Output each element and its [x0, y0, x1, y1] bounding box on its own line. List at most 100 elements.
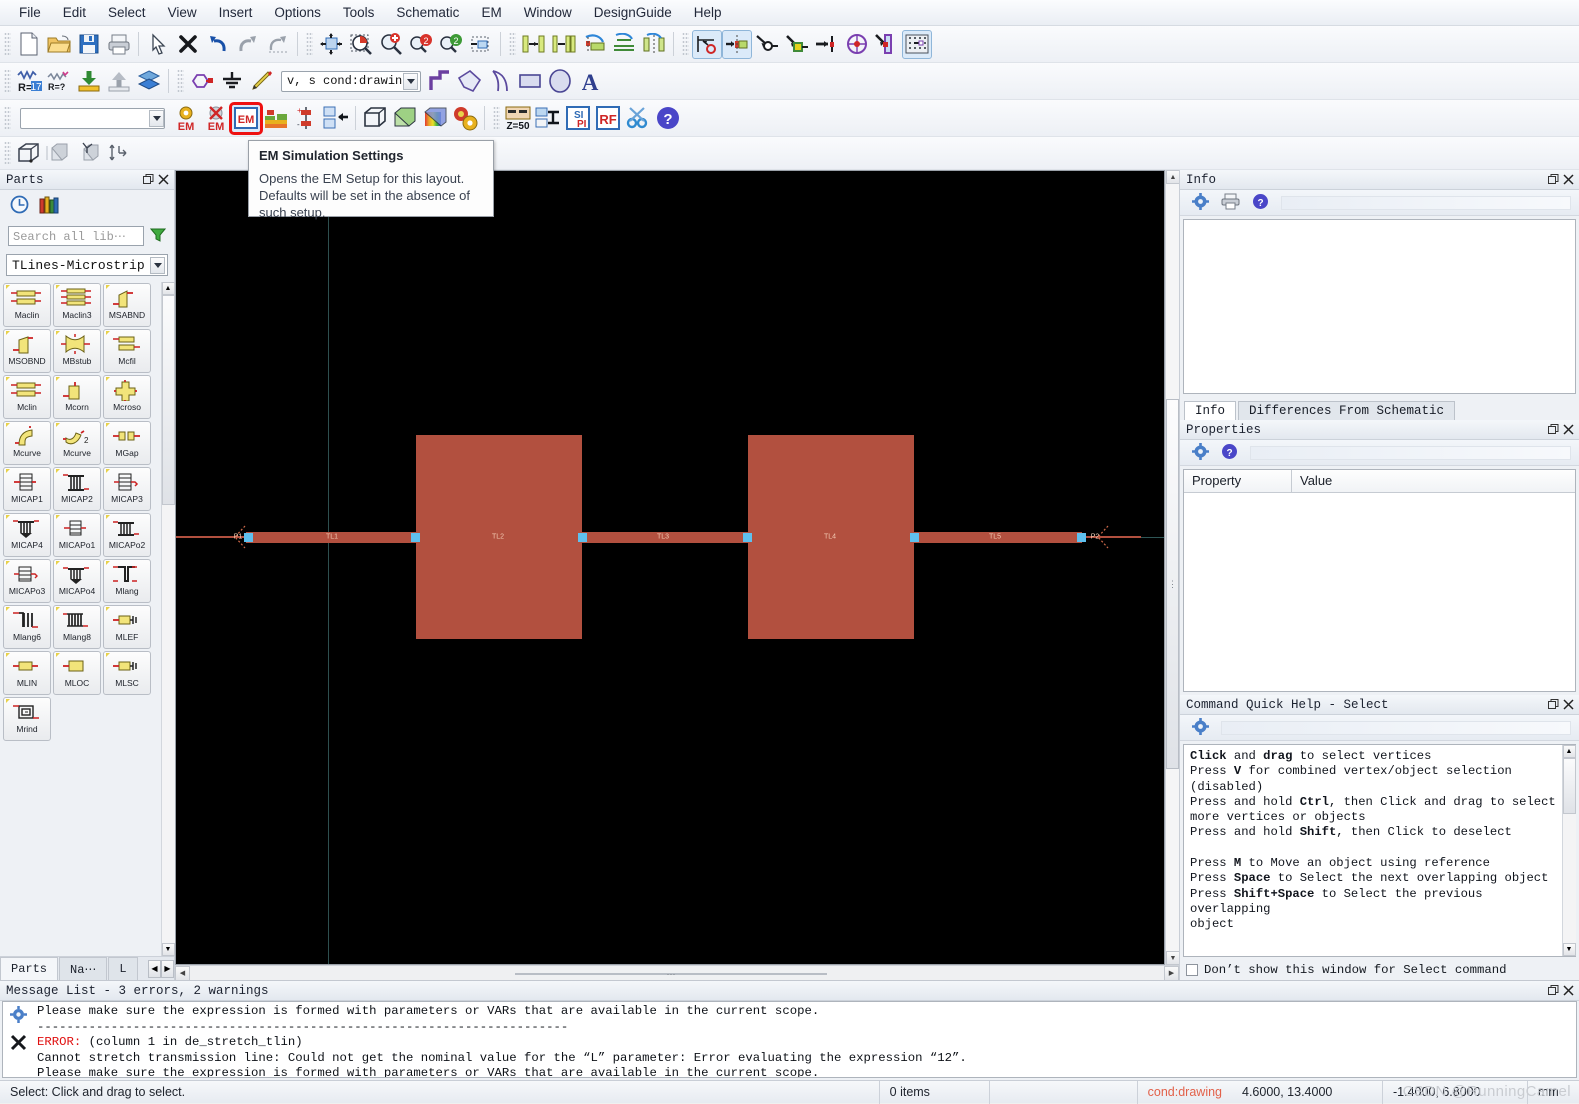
help-scroll-track[interactable] — [1562, 758, 1576, 943]
toolbar-grip-view[interactable] — [306, 32, 313, 56]
insert-up-icon[interactable] — [104, 67, 134, 96]
snap-grid-icon[interactable] — [902, 29, 932, 59]
arrow-select-icon[interactable] — [143, 30, 173, 59]
snap-edge-icon[interactable] — [872, 30, 902, 59]
menu-item-schematic[interactable]: Schematic — [385, 2, 470, 23]
part-item-mcroso[interactable]: Mcroso — [103, 375, 151, 419]
tab-parts[interactable]: Parts — [0, 957, 59, 980]
help-icon-info[interactable]: ? — [1252, 193, 1269, 213]
menu-item-edit[interactable]: Edit — [52, 2, 97, 23]
new-document-icon[interactable] — [14, 30, 44, 59]
redo-icon[interactable] — [233, 30, 263, 59]
part-item-micapo1[interactable]: MICAPo1 — [53, 513, 101, 557]
zoom-previous-icon[interactable] — [466, 30, 496, 59]
insert-down-icon[interactable] — [74, 67, 104, 96]
canvas-vertical-scrollbar[interactable]: ▲ ⋮ ▼ — [1165, 170, 1180, 965]
part-item-msabnd[interactable]: MSABND — [103, 283, 151, 327]
tab-scroll-left-icon[interactable]: ◀ — [148, 959, 161, 978]
dont-show-checkbox[interactable] — [1186, 964, 1198, 976]
snap-origin-icon[interactable] — [692, 29, 722, 59]
pencil-icon[interactable] — [247, 67, 277, 96]
close-icon-help[interactable] — [1561, 697, 1576, 713]
zoom-area-icon[interactable] — [346, 30, 376, 59]
delete-x-icon[interactable] — [173, 30, 203, 59]
part-item-micapo2[interactable]: MICAPo2 — [103, 513, 151, 557]
open-folder-icon[interactable] — [44, 30, 74, 59]
menu-item-options[interactable]: Options — [263, 2, 332, 23]
connection-pin-4[interactable] — [743, 533, 752, 542]
snap-endpoint-icon[interactable] — [722, 29, 752, 59]
impedance-icon[interactable] — [533, 104, 563, 133]
info-content[interactable] — [1183, 219, 1576, 394]
tab-scroll-right-icon[interactable]: ▶ — [161, 959, 174, 978]
pan-icon[interactable] — [316, 30, 346, 59]
snap-center-icon[interactable] — [842, 30, 872, 59]
toolbar-grip-tools[interactable] — [493, 106, 500, 130]
fit-selection-icon[interactable] — [549, 30, 579, 59]
part-item-mcurve[interactable]: Mcurve — [3, 421, 51, 465]
undock-icon-info[interactable] — [1546, 172, 1561, 188]
undock-icon-help[interactable] — [1546, 697, 1561, 713]
filter-icon[interactable] — [149, 227, 167, 246]
rf-icon[interactable]: RF — [593, 104, 623, 133]
menu-item-help[interactable]: Help — [683, 2, 733, 23]
help-icon-properties[interactable]: ? — [1221, 443, 1238, 463]
chevron-down-icon[interactable] — [403, 72, 418, 90]
part-item-mcurve[interactable]: 2 Mcurve — [53, 421, 101, 465]
snap-vertex-icon[interactable] — [752, 30, 782, 59]
close-icon-properties[interactable] — [1561, 422, 1576, 438]
3d-wireframe-icon[interactable] — [14, 139, 44, 168]
scroll-down-icon[interactable]: ▼ — [161, 943, 175, 956]
canvas-scroll-down-icon[interactable]: ▼ — [1166, 951, 1180, 965]
toolbar-grip-draw[interactable] — [177, 69, 184, 93]
menu-item-view[interactable]: View — [157, 2, 208, 23]
part-item-mbstub[interactable]: MBstub — [53, 329, 101, 373]
print-icon-info[interactable] — [1221, 193, 1240, 213]
canvas-horizontal-scrollbar[interactable]: ◀ ⋯ ▶ — [175, 965, 1179, 981]
properties-table[interactable]: Property Value — [1183, 469, 1576, 692]
menu-item-window[interactable]: Window — [513, 2, 583, 23]
zoom-out-2x-icon[interactable]: 2 — [436, 30, 466, 59]
zoom-in-2x-icon[interactable]: 2 — [406, 30, 436, 59]
canvas-scroll-right-icon[interactable]: ▶ — [1164, 965, 1179, 981]
subtab-differences-from-schematic[interactable]: Differences From Schematic — [1238, 401, 1456, 420]
close-icon-messages[interactable] — [1561, 983, 1576, 999]
zoom-in-icon[interactable] — [376, 30, 406, 59]
part-item-mlin[interactable]: MLIN — [3, 651, 51, 695]
move-relative-icon[interactable] — [639, 30, 669, 59]
chevron-down-icon-category[interactable] — [150, 256, 165, 274]
part-item-mloc[interactable]: MLOC — [53, 651, 101, 695]
part-item-mlang8[interactable]: Mlang8 — [53, 605, 101, 649]
part-item-mlef[interactable]: MLEF — [103, 605, 151, 649]
em-stop-icon[interactable]: EM — [201, 104, 231, 133]
connection-pin-6[interactable] — [1077, 533, 1086, 542]
circle-icon[interactable] — [545, 67, 575, 96]
undock-icon-messages[interactable] — [1546, 983, 1561, 999]
mirror-icon[interactable] — [609, 30, 639, 59]
part-item-micapo3[interactable]: MICAPo3 — [3, 559, 51, 603]
substrate-editor-icon[interactable] — [261, 104, 291, 133]
menu-item-tools[interactable]: Tools — [332, 2, 386, 23]
gear-icon-properties[interactable] — [1192, 442, 1209, 463]
part-item-micap2[interactable]: MICAP2 — [53, 467, 101, 511]
part-item-micapo4[interactable]: MICAPo4 — [53, 559, 101, 603]
part-item-mlang6[interactable]: Mlang6 — [3, 605, 51, 649]
canvas-scroll-up-icon[interactable]: ▲ — [1166, 170, 1180, 184]
part-item-micap4[interactable]: MICAP4 — [3, 513, 51, 557]
library-icon[interactable] — [39, 195, 59, 217]
rectangle-icon[interactable] — [515, 67, 545, 96]
part-item-mlsc[interactable]: MLSC — [103, 651, 151, 695]
gear-icon-help[interactable] — [1192, 717, 1209, 738]
gear-icon[interactable] — [1192, 192, 1209, 213]
3d-connectivity-icon[interactable] — [104, 139, 134, 168]
menu-item-em[interactable]: EM — [470, 2, 512, 23]
3d-explode-icon[interactable] — [74, 139, 104, 168]
close-icon[interactable] — [156, 172, 171, 188]
variable-icon[interactable]: R=? — [44, 67, 74, 96]
part-item-mclin[interactable]: Mclin — [3, 375, 51, 419]
scroll-up-icon[interactable]: ▲ — [161, 282, 175, 295]
tab-layers[interactable]: L — [108, 957, 138, 980]
cut-icon[interactable] — [623, 104, 653, 133]
help-scroll-down-icon[interactable]: ▼ — [1562, 943, 1576, 956]
port-editor-icon[interactable]: + - — [291, 104, 321, 133]
